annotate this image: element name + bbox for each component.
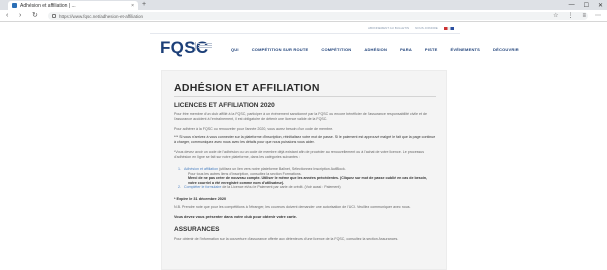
content-card: ADHÉSION ET AFFILIATION LICENCES ET AFFI… xyxy=(161,70,447,270)
browser-toolbar: ‹ › ↻ https://www.fqsc.net/adhesion-et-a… xyxy=(0,10,607,22)
main-navigation: QUI COMPÉTITION SUR ROUTE COMPÉTITION AD… xyxy=(231,47,519,52)
nav-item-competition[interactable]: COMPÉTITION xyxy=(321,47,351,52)
lock-icon xyxy=(52,14,56,18)
nav-item-evenements[interactable]: ÉVÉNEMENTS xyxy=(450,47,480,52)
instructions-paragraph: *Vous devez avoir un code de l'adhésion … xyxy=(174,150,425,159)
address-bar[interactable]: https://www.fqsc.net/adhesion-et-affilia… xyxy=(48,12,588,20)
adhesion-link[interactable]: Adhésion et affiliation xyxy=(184,167,218,171)
extensions-icon[interactable]: ⋮ xyxy=(567,11,573,21)
nav-item-para[interactable]: PARA xyxy=(400,47,412,52)
minimize-button[interactable]: — xyxy=(569,2,575,8)
tab-title: Adhésion et affiliation | ... xyxy=(20,2,76,9)
maximize-button[interactable]: ☐ xyxy=(584,2,589,9)
header-divider xyxy=(150,33,460,34)
club-note: Vous devez vous présenter dans votre clu… xyxy=(174,215,297,219)
page-title: ADHÉSION ET AFFILIATION xyxy=(174,82,320,94)
close-window-button[interactable]: ✕ xyxy=(598,2,603,9)
bookmark-star-icon[interactable]: ☆ xyxy=(553,11,558,21)
language-flags-icon[interactable] xyxy=(443,26,454,30)
intro-paragraph: Pour être membre d'un club affilié à la … xyxy=(174,112,428,121)
list-item: 2. Compléter le formulaire de la Licence… xyxy=(178,185,341,190)
favicon-icon xyxy=(12,3,17,8)
nav-item-decouvrir[interactable]: DÉCOUVRIR xyxy=(493,47,519,52)
steps-list: 1. Adhésion et affiliation (utilisez un … xyxy=(178,167,436,190)
uci-paragraph: N.B. Prendre note que pour les compétiti… xyxy=(174,205,411,209)
newsletter-link[interactable]: ABONNEMENT AU BULLETIN xyxy=(368,26,409,30)
logo-emblem-icon xyxy=(195,42,212,51)
nav-item-qui[interactable]: QUI xyxy=(231,47,239,52)
title-divider xyxy=(174,96,436,97)
list-item: Merci de ne pas créer de nouveau compte.… xyxy=(188,176,428,185)
warning-paragraph: *** Si vous n'arrivez à vous connecter s… xyxy=(174,135,436,144)
new-tab-button[interactable]: + xyxy=(142,1,146,9)
back-button[interactable]: ‹ xyxy=(6,11,8,21)
toolbar-actions: ☆ ⋮ ≡ ⋯ xyxy=(553,11,601,21)
section-heading-licences: LICENCES ET AFFILIATION 2020 xyxy=(174,102,275,109)
nav-item-piste[interactable]: PISTE xyxy=(425,47,438,52)
form-link[interactable]: Compléter le formulaire xyxy=(184,185,221,189)
section-heading-assurances: ASSURANCES xyxy=(174,226,220,233)
menu-icon[interactable]: ≡ xyxy=(582,11,586,21)
more-icon[interactable]: ⋯ xyxy=(595,11,601,21)
member-code-paragraph: Pour adhérer à la FQSC ou renouveler pou… xyxy=(174,127,334,131)
url-text[interactable]: https://www.fqsc.net/adhesion-et-affilia… xyxy=(59,14,143,19)
nav-item-adhesion[interactable]: ADHÉSION xyxy=(364,47,387,52)
tab-close-icon[interactable]: × xyxy=(131,3,134,9)
browser-tab-bar: Adhésion et affiliation | ... × + — ☐ ✕ xyxy=(0,0,607,10)
window-controls: — ☐ ✕ xyxy=(569,0,603,10)
browser-tab[interactable]: Adhésion et affiliation | ... × xyxy=(8,1,138,10)
expiry-note: * Expire le 31 décembre 2020 xyxy=(174,197,227,201)
utility-links: ABONNEMENT AU BULLETIN NOUS JOINDRE xyxy=(368,26,454,30)
forward-button[interactable]: › xyxy=(19,11,21,21)
reload-button[interactable]: ↻ xyxy=(32,11,38,21)
insurance-paragraph: Pour obtenir de l'information sur la cou… xyxy=(174,237,399,241)
contact-link[interactable]: NOUS JOINDRE xyxy=(415,26,438,30)
nav-item-route[interactable]: COMPÉTITION SUR ROUTE xyxy=(252,47,309,52)
